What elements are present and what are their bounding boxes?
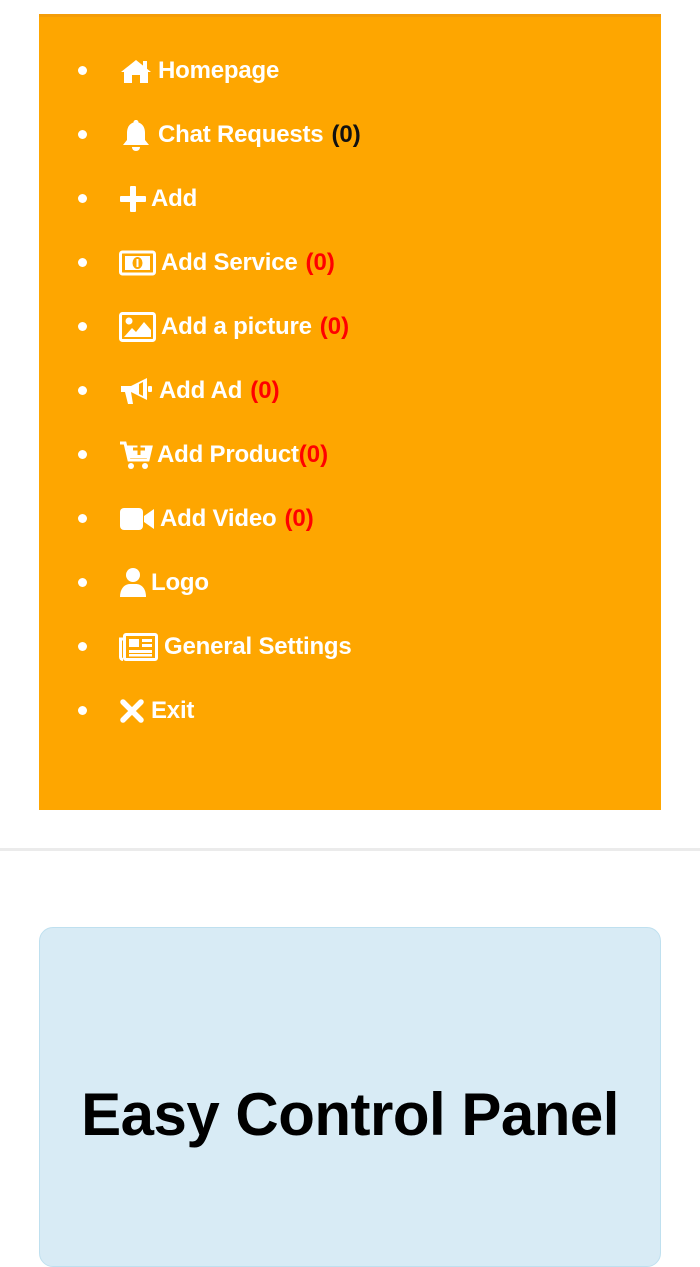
bullet (78, 130, 87, 139)
add-picture-count: (0) (319, 313, 350, 340)
menu-item-label: Add Product (157, 441, 299, 468)
menu-item-add-ad[interactable]: Add Ad (0) (39, 359, 661, 423)
menu-item-label: Exit (151, 697, 195, 724)
add-service-count: (0) (305, 249, 335, 276)
add-ad-count: (0) (250, 377, 280, 404)
bullet (78, 258, 87, 267)
add-product-count: (0) (298, 441, 329, 468)
menu-item-add-service[interactable]: Add Service (0) (39, 231, 661, 295)
menu-item-chat-requests[interactable]: Chat Requests (0) (39, 103, 661, 167)
newspaper-icon (119, 633, 158, 661)
video-camera-icon (119, 506, 155, 532)
menu-item-label: Add (151, 185, 198, 212)
chat-requests-count: (0) (331, 121, 361, 148)
bullet (78, 322, 87, 331)
megaphone-icon (119, 376, 154, 406)
menu-item-label: Homepage (158, 57, 280, 84)
menu-item-add-video[interactable]: Add Video (0) (39, 487, 661, 551)
menu-item-add-picture[interactable]: Add a picture (0) (39, 295, 661, 359)
menu-item-label: Add a picture (161, 313, 312, 340)
add-video-count: (0) (284, 505, 314, 532)
menu-item-label: Add Video (160, 505, 277, 532)
menu-list: Homepage Chat Requests (0) Add Add Servi… (39, 39, 661, 743)
close-icon (119, 698, 145, 724)
card-title: Easy Control Panel (81, 1081, 619, 1148)
menu-item-label: Logo (151, 569, 209, 596)
bullet (78, 642, 87, 651)
menu-item-general-settings[interactable]: General Settings (39, 615, 661, 679)
menu-item-logo[interactable]: Logo (39, 551, 661, 615)
bullet (78, 514, 87, 523)
bullet (78, 706, 87, 715)
divider (0, 848, 700, 851)
menu-item-add-product[interactable]: Add Product (0) (39, 423, 661, 487)
menu-item-exit[interactable]: Exit (39, 679, 661, 743)
menu-item-label: Add Service (161, 249, 298, 276)
user-icon (119, 567, 147, 599)
home-icon (119, 57, 153, 85)
bullet (78, 386, 87, 395)
bullet (78, 450, 87, 459)
money-bill-icon (119, 250, 156, 276)
menu-item-add[interactable]: Add (39, 167, 661, 231)
bullet (78, 578, 87, 587)
plus-icon (119, 185, 147, 213)
bell-icon (119, 118, 153, 152)
menu-item-label: Add Ad (159, 377, 243, 404)
menu-item-label: General Settings (164, 633, 352, 660)
info-card: Easy Control Panel (39, 927, 661, 1267)
image-icon (119, 312, 156, 342)
bullet (78, 66, 87, 75)
bullet (78, 194, 87, 203)
cart-plus-icon (119, 440, 153, 470)
menu-item-label: Chat Requests (158, 121, 324, 148)
menu-item-homepage[interactable]: Homepage (39, 39, 661, 103)
menu-panel: Homepage Chat Requests (0) Add Add Servi… (39, 14, 661, 810)
